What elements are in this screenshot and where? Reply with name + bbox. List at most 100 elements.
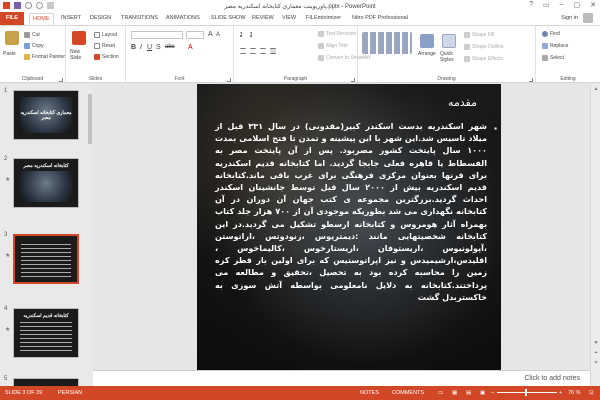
- thumbnail-scrollbar[interactable]: [88, 86, 92, 376]
- thumbnail-image[interactable]: معماری کتابخانه اسکندریه مصر: [13, 90, 79, 140]
- shape-effects-button[interactable]: Shape Effects: [464, 56, 503, 62]
- language-indicator[interactable]: PERSIAN: [58, 390, 82, 396]
- zoom-slider-knob[interactable]: [525, 389, 527, 396]
- thumbnail-number: 3: [4, 232, 8, 238]
- tab-transitions[interactable]: TRANSITIONS: [121, 15, 158, 21]
- justify-icon[interactable]: [270, 48, 276, 54]
- numbering-icon[interactable]: [250, 32, 256, 38]
- font-launcher-icon[interactable]: [227, 78, 231, 82]
- zoom-slider[interactable]: [497, 392, 557, 393]
- scroll-down-icon[interactable]: ▼: [593, 340, 599, 346]
- drawing-group-label: Drawing: [437, 76, 456, 82]
- replace-button[interactable]: Replace: [542, 43, 568, 49]
- layout-button[interactable]: Layout: [94, 32, 117, 38]
- zoom-level[interactable]: 76 %: [568, 390, 581, 396]
- notes-toggle[interactable]: NOTES: [360, 390, 379, 396]
- clipboard-launcher-icon[interactable]: [59, 78, 63, 82]
- align-left-icon[interactable]: [240, 48, 246, 54]
- thumbnail-image-selected[interactable]: [13, 234, 79, 284]
- shape-fill-button[interactable]: Shape Fill: [464, 32, 494, 38]
- notes-placeholder[interactable]: Click to add notes: [524, 375, 580, 382]
- sign-in-link[interactable]: Sign in: [561, 15, 578, 21]
- close-icon[interactable]: ✕: [590, 1, 596, 9]
- align-right-icon[interactable]: [260, 48, 266, 54]
- tab-home[interactable]: HOME: [29, 13, 54, 25]
- thumbnail-image[interactable]: کتابخانه اسکندریه مصر: [13, 158, 79, 208]
- reset-icon: [94, 43, 100, 49]
- tab-animations[interactable]: ANIMATIONS: [166, 15, 200, 21]
- slide-body-text[interactable]: شهر اسکندریه بدست اسکندر کبیر(مقدونی) در…: [215, 120, 487, 303]
- thumbnail-text-lines: [20, 322, 72, 353]
- previous-slide-icon[interactable]: ⏶: [593, 350, 599, 356]
- group-editing: Find Replace Select Editing: [536, 26, 600, 84]
- ribbon-display-icon[interactable]: ▭: [543, 1, 550, 9]
- avatar[interactable]: [583, 13, 593, 23]
- current-slide[interactable]: مقدمه ▪ شهر اسکندریه بدست اسکندر کبیر(مق…: [197, 84, 501, 390]
- slide-heading[interactable]: مقدمه: [448, 96, 477, 109]
- thumbnail-title: معماری کتابخانه اسکندریه مصر: [20, 111, 72, 121]
- scroll-up-icon[interactable]: ▲: [593, 86, 599, 92]
- tab-review[interactable]: REVIEW: [252, 15, 274, 21]
- shapes-gallery[interactable]: [362, 32, 412, 54]
- select-button[interactable]: Select: [542, 55, 564, 61]
- tab-nitro-pdf[interactable]: Nitro PDF Professional: [352, 15, 408, 21]
- quick-styles-icon[interactable]: [442, 34, 456, 48]
- tab-view[interactable]: VIEW: [282, 15, 296, 21]
- shape-outline-button[interactable]: Shape Outline: [464, 44, 504, 50]
- slide-vertical-scrollbar[interactable]: ▲ ▼ ⏶ ⏷: [590, 84, 600, 386]
- smartart-icon: [318, 55, 324, 61]
- paste-button[interactable]: Paste: [3, 51, 16, 57]
- new-slide-button[interactable]: New Slide: [70, 49, 90, 61]
- slideshow-view-icon[interactable]: ▣: [480, 390, 485, 396]
- align-text-button[interactable]: Align Text: [318, 43, 348, 49]
- quick-styles-button[interactable]: Quick Styles: [440, 51, 460, 63]
- copy-button[interactable]: Copy: [24, 43, 44, 49]
- tab-fileminimizer[interactable]: FILEminimizer: [306, 15, 341, 21]
- reading-view-icon[interactable]: ▤: [466, 390, 471, 396]
- normal-view-icon[interactable]: ▭: [438, 390, 443, 396]
- new-slide-icon[interactable]: [72, 31, 86, 45]
- slides-group-label: Slides: [88, 76, 103, 82]
- tab-insert[interactable]: INSERT: [61, 15, 81, 21]
- zoom-out-icon[interactable]: –: [491, 390, 494, 396]
- format-painter-button[interactable]: Format Painter: [24, 54, 65, 60]
- strikethrough-icon[interactable]: abc: [165, 44, 175, 50]
- drawing-launcher-icon[interactable]: [529, 78, 533, 82]
- align-center-icon[interactable]: [250, 48, 256, 54]
- reset-button[interactable]: Reset: [94, 43, 115, 49]
- copy-label: Copy: [32, 43, 44, 49]
- cut-button[interactable]: Cut: [24, 32, 40, 38]
- text-direction-button[interactable]: Text Direction: [318, 31, 356, 37]
- comments-toggle[interactable]: COMMENTS: [392, 390, 424, 396]
- section-button[interactable]: Section: [94, 54, 119, 60]
- minimize-icon[interactable]: –: [560, 1, 564, 9]
- underline-icon[interactable]: U: [147, 44, 152, 51]
- arrange-icon[interactable]: [420, 34, 434, 48]
- tab-slide-show[interactable]: SLIDE SHOW: [211, 15, 246, 21]
- fit-to-window-icon[interactable]: ⊡: [589, 390, 594, 396]
- zoom-in-icon[interactable]: +: [559, 390, 562, 396]
- italic-icon[interactable]: I: [140, 44, 142, 51]
- arrange-button[interactable]: Arrange: [418, 51, 436, 57]
- thumbnail-image[interactable]: کتابخانه قدیم اسکندریه: [13, 308, 79, 358]
- grow-font-icon[interactable]: A: [208, 31, 213, 38]
- tab-file[interactable]: FILE: [0, 12, 24, 25]
- next-slide-icon[interactable]: ⏷: [593, 360, 599, 366]
- shrink-font-icon[interactable]: A: [216, 32, 220, 38]
- align-text-icon: [318, 43, 324, 49]
- tab-design[interactable]: DESIGN: [90, 15, 111, 21]
- help-icon[interactable]: ?: [529, 1, 533, 9]
- font-color-icon[interactable]: A: [188, 44, 193, 51]
- paste-icon[interactable]: [5, 31, 19, 45]
- bold-icon[interactable]: B: [131, 44, 136, 51]
- maximize-icon[interactable]: ▢: [574, 1, 581, 9]
- bullets-icon[interactable]: [240, 32, 246, 38]
- slide-sorter-icon[interactable]: ▦: [452, 390, 457, 396]
- find-button[interactable]: Find: [542, 31, 560, 37]
- font-name-dropdown[interactable]: [131, 31, 183, 39]
- notes-pane[interactable]: Click to add notes: [93, 370, 590, 386]
- paragraph-launcher-icon[interactable]: [351, 78, 355, 82]
- shadow-icon[interactable]: S: [156, 44, 161, 51]
- font-size-dropdown[interactable]: [186, 31, 204, 39]
- scrollbar-thumb[interactable]: [88, 94, 92, 144]
